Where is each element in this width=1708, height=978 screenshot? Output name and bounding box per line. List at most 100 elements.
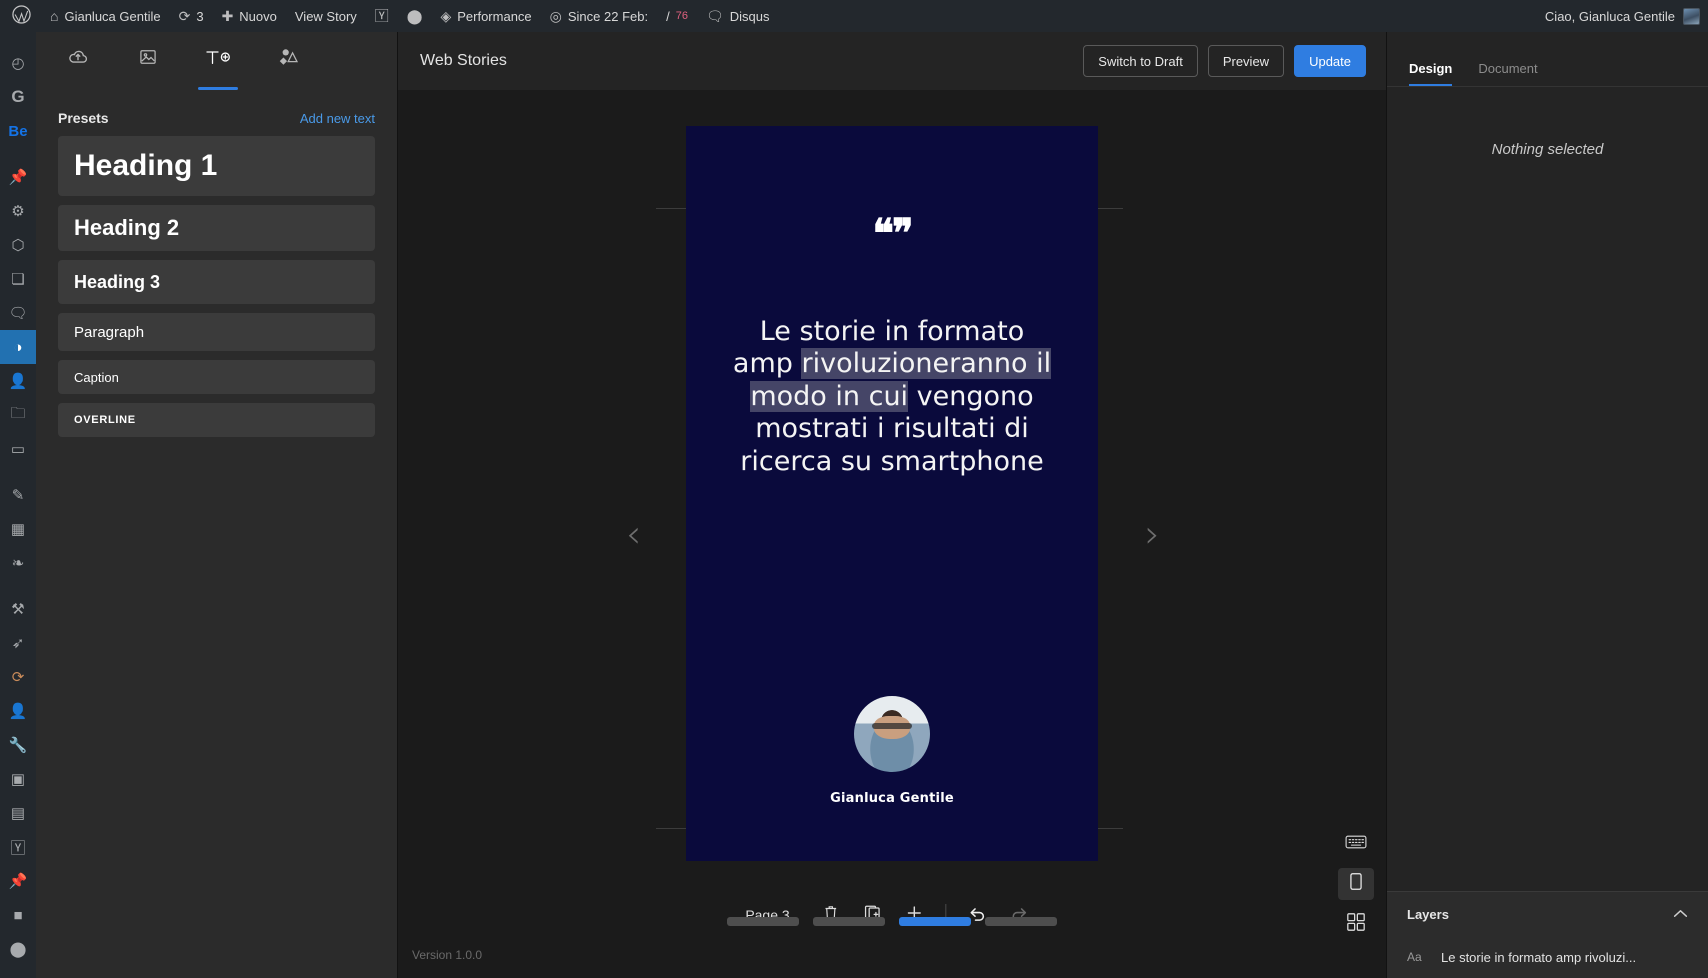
add-new-text-link[interactable]: Add new text (300, 111, 375, 126)
preset-paragraph[interactable]: Paragraph (58, 313, 375, 351)
tab-media-upload[interactable] (46, 34, 110, 86)
sidebar-item-pin-2[interactable]: 📌 (0, 864, 36, 898)
adminbar-performance[interactable]: ◈ Performance (431, 0, 540, 32)
sidebar-item-settings-gear[interactable]: ⬡ (0, 228, 36, 262)
story-text-element[interactable]: Le storie in formato amp rivoluzionerann… (726, 316, 1058, 478)
sidebar-item-profile[interactable]: 👤 (0, 694, 36, 728)
sidebar-item-edit[interactable]: ✎ (0, 478, 36, 512)
preset-heading-3[interactable]: Heading 3 (58, 260, 375, 304)
page-thumbnail-1[interactable] (727, 917, 799, 926)
keyboard-shortcuts-button[interactable] (1338, 828, 1374, 860)
preset-caption[interactable]: Caption (58, 360, 375, 394)
sidebar-item-pages[interactable]: ❏ (0, 262, 36, 296)
sidebar-item-rocket[interactable]: ➶ (0, 626, 36, 660)
tab-media-gallery[interactable] (116, 34, 180, 86)
sidebar-item-users[interactable]: 👤 (0, 364, 36, 398)
sidebar-item-shield[interactable]: ⬤ (0, 932, 36, 966)
leaf-icon: ❧ (11, 555, 25, 572)
shapes-icon (276, 46, 300, 74)
disqus-label: Disqus (729, 8, 770, 24)
next-page-arrow[interactable]: › (1145, 512, 1160, 556)
page-thumbnail-4[interactable] (985, 917, 1057, 926)
adminbar-account[interactable]: Ciao, Gianluca Gentile (1545, 7, 1708, 25)
adminbar-site-name[interactable]: ⌂ Gianluca Gentile (41, 0, 170, 32)
sidebar-item-tables[interactable]: ▦ (0, 512, 36, 546)
tab-document[interactable]: Document (1478, 61, 1537, 86)
stats-separator: / (666, 8, 670, 24)
delete-page-button[interactable] (812, 898, 850, 932)
adminbar-disqus[interactable]: 🗨 Disqus (697, 0, 779, 32)
sidebar-item-layout[interactable]: ▣ (0, 762, 36, 796)
sidebar-item-comments[interactable]: 🗨 (0, 296, 36, 330)
undo-button[interactable] (959, 898, 997, 932)
performance-label: Performance (457, 8, 532, 24)
adminbar-plugin-circle[interactable]: ⬤ (398, 0, 432, 32)
app-root: ⌂ Gianluca Gentile ⟳ 3 ✚ Nuovo View Stor… (0, 0, 1708, 978)
layers-header[interactable]: Layers (1387, 892, 1708, 936)
duplicate-page-button[interactable] (854, 898, 892, 932)
page-toolbar: Page 3 (745, 898, 1038, 932)
adminbar-yoast[interactable]: 🅈 (366, 0, 398, 32)
sidebar-item-web-stories[interactable]: ◑ (0, 330, 36, 364)
grid-icon (1346, 912, 1366, 937)
adminbar-view-story[interactable]: View Story (286, 0, 366, 32)
author-avatar[interactable] (854, 696, 930, 772)
mobile-icon (1349, 872, 1363, 896)
yoast-seo-icon: 🅈 (10, 839, 26, 857)
adminbar-since-stats[interactable]: ◎ Since 22 Feb: (541, 0, 657, 32)
adminbar-stats-value[interactable]: / 76 (657, 0, 697, 32)
since-stats-label: Since 22 Feb: (567, 8, 649, 24)
author-name: Gianluca Gentile (830, 791, 954, 806)
sidebar-item-pin[interactable]: 📌 (0, 160, 36, 194)
preset-heading-2[interactable]: Heading 2 (58, 205, 375, 251)
sidebar-item-slider[interactable]: ▭ (0, 432, 36, 466)
rocket-icon: ➶ (11, 635, 25, 652)
sidebar-item-google[interactable]: G (0, 80, 36, 114)
chevron-up-icon[interactable] (1673, 907, 1688, 921)
sidebar-item-behance[interactable]: Be (0, 114, 36, 148)
sidebar-item-yoast-seo[interactable]: 🅈 (0, 830, 36, 864)
sidebar-item-dashboard[interactable]: ◴ (0, 46, 36, 80)
sidebar-item-tools-plug[interactable]: ⚒ (0, 592, 36, 626)
preset-label: OVERLINE (74, 414, 136, 426)
sidebar-item-leaf[interactable]: ❧ (0, 546, 36, 580)
story-canvas[interactable]: ❝❞ Le storie in formato amp rivoluzioner… (686, 126, 1098, 861)
wordpress-logo-icon[interactable] (0, 5, 41, 27)
canvas-view-tools (1338, 828, 1374, 940)
sidebar-item-folder[interactable]: 🗀 (0, 398, 36, 432)
wp-admin-menu-rail: ◴ G Be 📌 ⚙ ⬡ ❏ 🗨 ◑ 👤 🗀 ▭ ✎ ▦ ❧ ⚒ ➶ ⟳ 👤 🔧… (0, 32, 36, 978)
layer-item-text[interactable]: Aa Le storie in formato amp rivoluzi... (1387, 936, 1708, 978)
adminbar-updates[interactable]: ⟳ 3 (170, 0, 213, 32)
google-icon: G (11, 87, 25, 106)
page-thumbnail-3[interactable] (899, 917, 971, 926)
sidebar-item-collapse[interactable]: ◀ (0, 966, 36, 978)
preset-heading-1[interactable]: Heading 1 (58, 136, 375, 196)
device-preview-button[interactable] (1338, 868, 1374, 900)
sidebar-item-tools[interactable]: 🔧 (0, 728, 36, 762)
tab-text[interactable] (186, 34, 250, 90)
tab-shapes[interactable] (256, 34, 320, 86)
presets-list: Heading 1 Heading 2 Heading 3 Paragraph … (36, 136, 397, 437)
folder-icon: 🗀 (10, 404, 26, 422)
comment-icon: 🗨 (705, 8, 724, 24)
update-button[interactable]: Update (1294, 45, 1366, 77)
site-name-label: Gianluca Gentile (64, 8, 161, 24)
slider-icon: ▭ (10, 441, 26, 458)
sidebar-item-square[interactable]: ■ (0, 898, 36, 932)
sidebar-item-media-plugin[interactable]: ⚙ (0, 194, 36, 228)
sidebar-item-forms[interactable]: ▤ (0, 796, 36, 830)
story-editor: Presets Add new text Heading 1 Heading 2… (36, 32, 1708, 978)
grid-view-button[interactable] (1338, 908, 1374, 940)
layer-label: Le storie in formato amp rivoluzi... (1441, 949, 1637, 965)
preset-overline[interactable]: OVERLINE (58, 403, 375, 437)
adminbar-new-content[interactable]: ✚ Nuovo (213, 0, 286, 32)
stats-red-value: 76 (675, 10, 688, 22)
switch-to-draft-button[interactable]: Switch to Draft (1083, 45, 1198, 77)
sidebar-item-updraft[interactable]: ⟳ (0, 660, 36, 694)
redo-button[interactable] (1001, 898, 1039, 932)
preview-button[interactable]: Preview (1207, 45, 1285, 77)
page-thumbnail-2[interactable] (813, 917, 885, 926)
tab-design[interactable]: Design (1409, 61, 1453, 86)
prev-page-arrow[interactable]: ‹ (626, 512, 641, 556)
add-page-button[interactable] (896, 898, 934, 932)
